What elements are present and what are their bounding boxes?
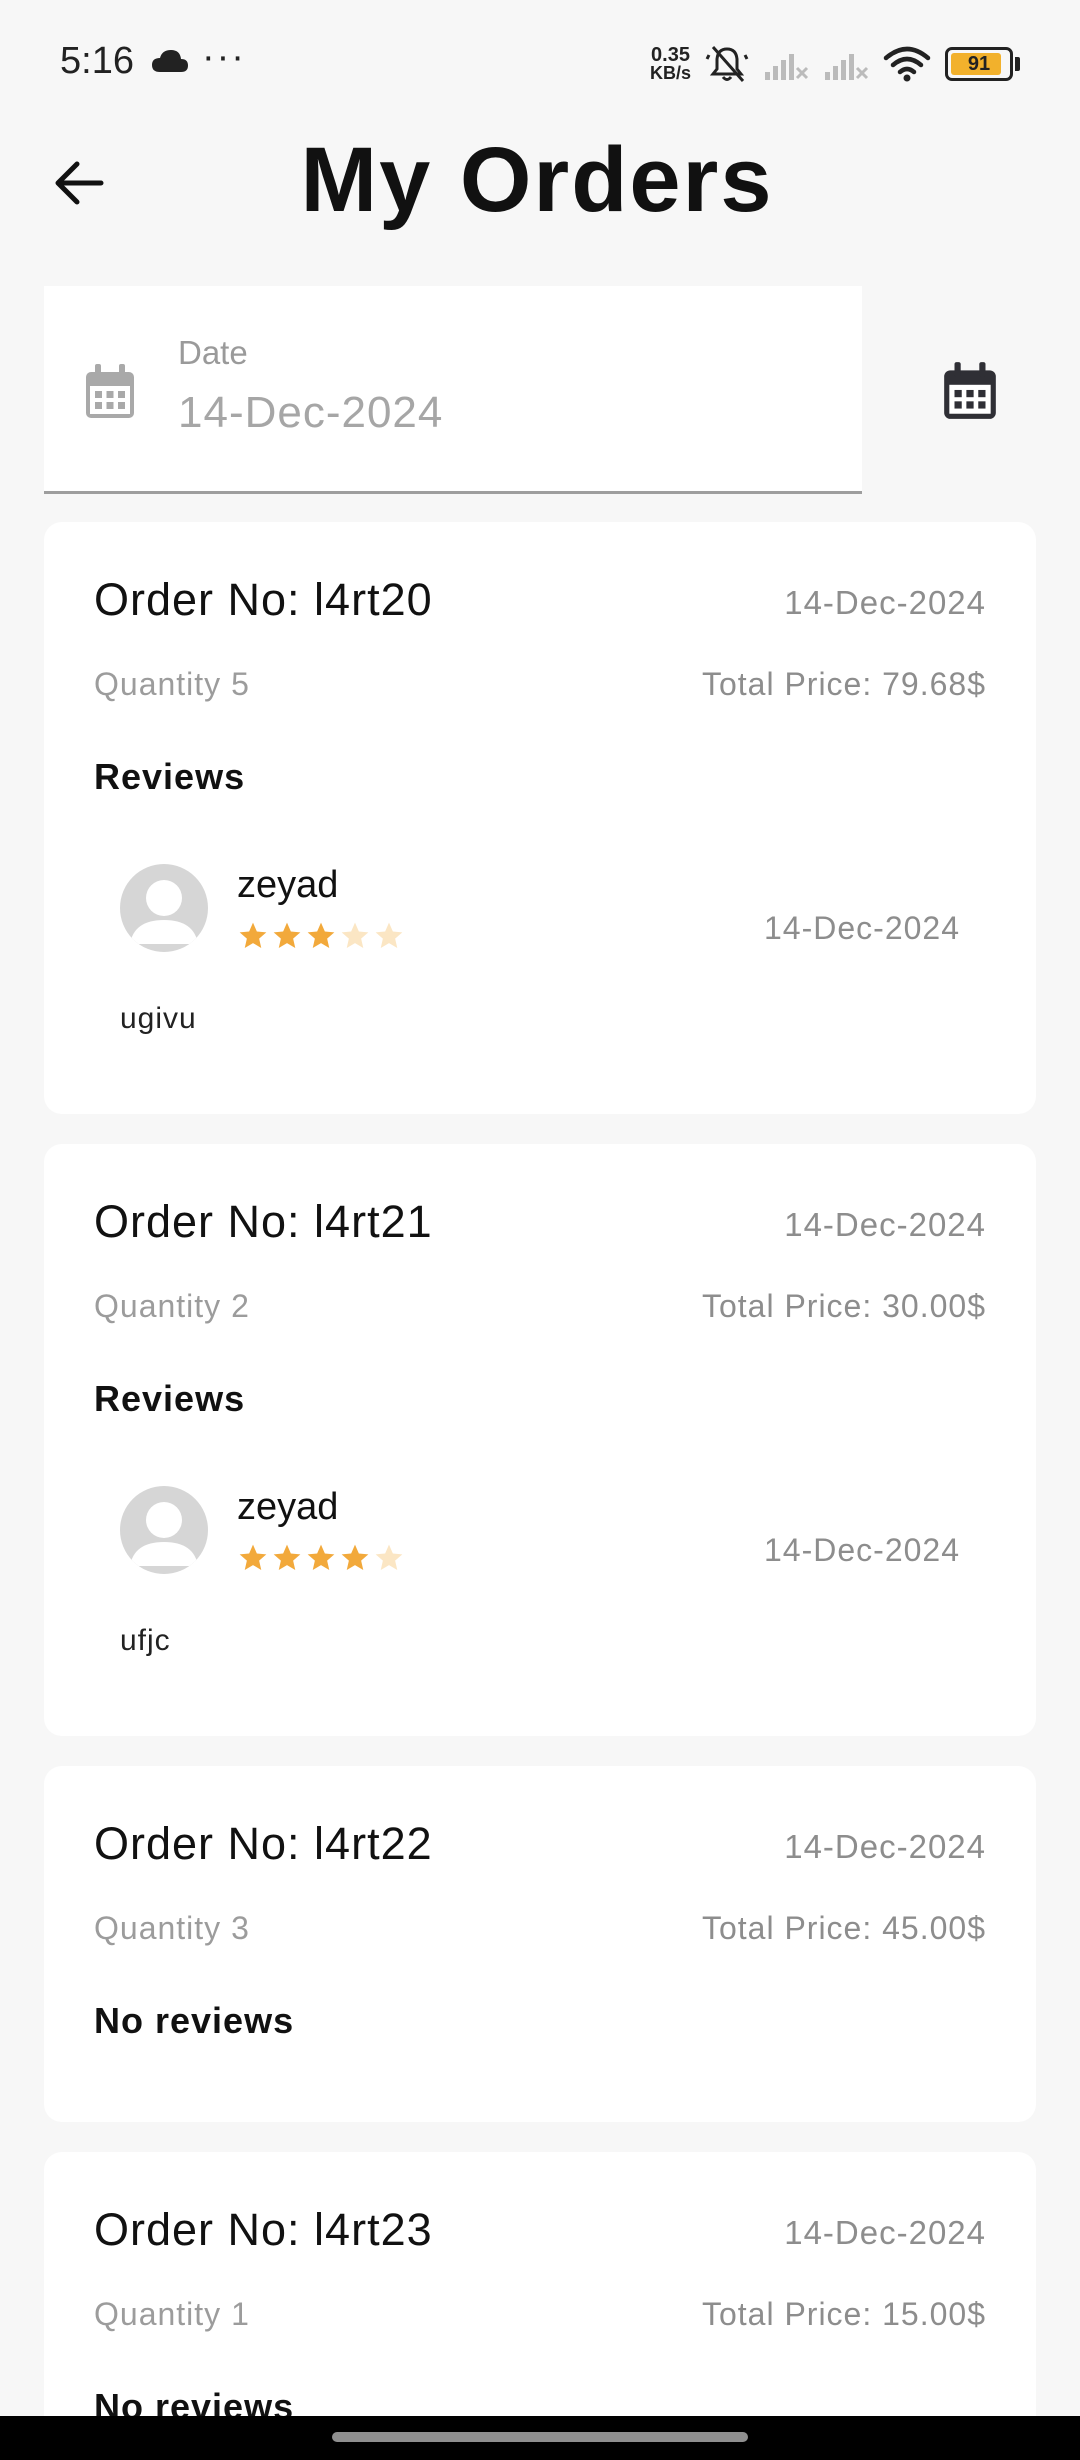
- star-filled-icon: [307, 922, 335, 948]
- review-item: zeyad 14-Dec-2024 ufjc: [44, 1486, 1036, 1676]
- order-card[interactable]: Order No: l4rt21 14-Dec-2024 Quantity 2 …: [44, 1144, 1036, 1736]
- order-card[interactable]: Order No: l4rt22 14-Dec-2024 Quantity 3 …: [44, 1766, 1036, 2122]
- order-date: 14-Dec-2024: [784, 2214, 986, 2251]
- star-empty-icon: [375, 1544, 403, 1570]
- review-date: 14-Dec-2024: [764, 1532, 960, 1568]
- calendar-picker-icon[interactable]: [940, 360, 1000, 422]
- reviewer-name: zeyad: [237, 1486, 339, 1528]
- star-filled-icon: [307, 1544, 335, 1570]
- status-time: 5:16: [60, 40, 134, 82]
- network-speed-value: 0.35: [651, 44, 690, 66]
- wifi-icon: [883, 46, 931, 82]
- order-total-price: Total Price: 15.00$: [701, 2296, 986, 2332]
- status-icons: 0.35 KB/s 91: [650, 38, 1020, 90]
- star-empty-icon: [341, 922, 369, 948]
- order-date: 14-Dec-2024: [784, 584, 986, 621]
- page-title-text: My Orders: [300, 129, 774, 231]
- order-number: Order No: l4rt22: [94, 1818, 433, 1869]
- user-icon: [130, 880, 198, 944]
- order-date: 14-Dec-2024: [784, 1206, 986, 1243]
- calendar-icon: [86, 364, 134, 418]
- review-date: 14-Dec-2024: [764, 910, 960, 946]
- order-quantity: Quantity 1: [94, 2296, 250, 2332]
- reviewer-name: zeyad: [237, 864, 339, 906]
- battery-level: 91: [967, 52, 991, 75]
- order-number: Order No: l4rt20: [94, 574, 433, 625]
- page-title: My Orders: [0, 128, 1080, 232]
- reviews-heading: Reviews: [94, 1378, 246, 1419]
- avatar: [120, 864, 208, 952]
- home-indicator[interactable]: [332, 2432, 748, 2442]
- no-reviews-label: No reviews: [94, 2000, 295, 2041]
- order-number: Order No: l4rt21: [94, 1196, 433, 1247]
- order-total-price: Total Price: 30.00$: [701, 1288, 986, 1324]
- star-rating: [237, 1542, 405, 1574]
- star-empty-icon: [375, 922, 403, 948]
- signal-sim2-icon: [825, 54, 869, 80]
- reviews-heading: Reviews: [94, 756, 246, 797]
- star-filled-icon: [239, 922, 267, 948]
- star-filled-icon: [239, 1544, 267, 1570]
- star-filled-icon: [273, 1544, 301, 1570]
- network-speed: 0.35 KB/s: [649, 44, 691, 83]
- order-card[interactable]: Order No: l4rt20 14-Dec-2024 Quantity 5 …: [44, 522, 1036, 1114]
- battery-tip: [1015, 57, 1020, 71]
- review-item: zeyad 14-Dec-2024 ugivu: [44, 864, 1036, 1054]
- status-bar: 5:16 ··· 0.35 KB/s 91: [0, 0, 1080, 128]
- review-text: ugivu: [120, 1002, 197, 1035]
- user-icon: [130, 1502, 198, 1566]
- avatar: [120, 1486, 208, 1574]
- date-field[interactable]: Date 14-Dec-2024: [44, 286, 862, 494]
- order-quantity: Quantity 2: [94, 1288, 250, 1324]
- review-text: ufjc: [120, 1624, 171, 1657]
- order-date: 14-Dec-2024: [784, 1828, 986, 1865]
- cloud-icon: [152, 50, 188, 72]
- order-total-price: Total Price: 79.68$: [701, 666, 986, 702]
- more-notifications-icon: ···: [202, 36, 246, 78]
- star-filled-icon: [341, 1544, 369, 1570]
- order-card[interactable]: Order No: l4rt23 14-Dec-2024 Quantity 1 …: [44, 2152, 1036, 2452]
- star-rating: [237, 920, 405, 952]
- order-quantity: Quantity 3: [94, 1910, 250, 1946]
- order-number: Order No: l4rt23: [94, 2204, 433, 2255]
- date-field-value[interactable]: 14-Dec-2024: [178, 388, 443, 438]
- screen: 5:16 ··· 0.35 KB/s 91 My Orders Date 14-…: [0, 0, 1080, 2460]
- date-field-label: Date: [178, 334, 248, 371]
- star-filled-icon: [273, 922, 301, 948]
- order-total-price: Total Price: 45.00$: [701, 1910, 986, 1946]
- app-header: My Orders: [0, 128, 1080, 298]
- system-navigation-bar: [0, 2416, 1080, 2460]
- order-quantity: Quantity 5: [94, 666, 250, 702]
- network-speed-unit: KB/s: [649, 63, 691, 83]
- battery-icon: 91: [945, 47, 1013, 81]
- bell-muted-icon: [705, 46, 749, 82]
- signal-sim1-icon: [765, 54, 809, 80]
